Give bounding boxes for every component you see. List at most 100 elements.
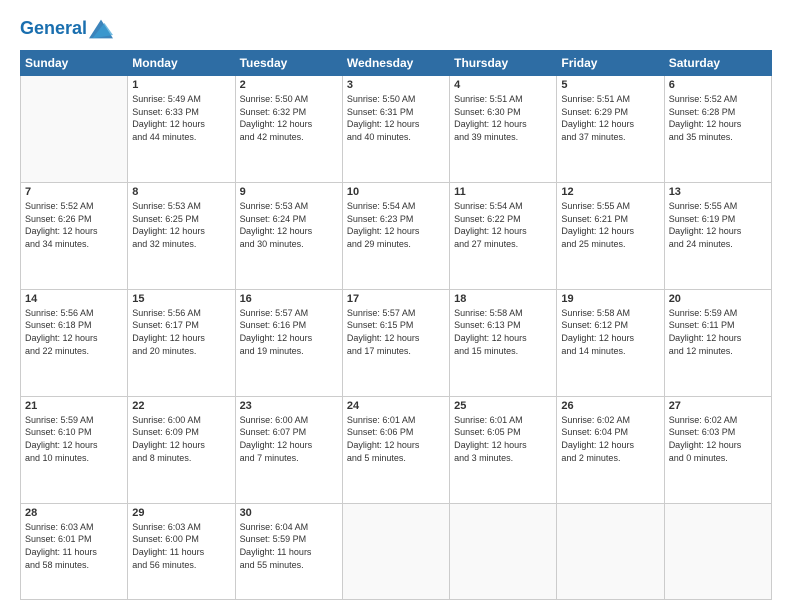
week-row-3: 14 Sunrise: 5:56 AM Sunset: 6:18 PM Dayli… — [21, 289, 772, 396]
day-number: 24 — [347, 400, 445, 412]
day-number: 25 — [454, 400, 552, 412]
day-number: 29 — [132, 507, 230, 519]
day-number: 15 — [132, 293, 230, 305]
weekday-header-tuesday: Tuesday — [235, 51, 342, 76]
weekday-header-saturday: Saturday — [664, 51, 771, 76]
week-row-2: 7Sunrise: 5:52 AM Sunset: 6:26 PM Daylig… — [21, 182, 772, 289]
calendar-cell: 19 Sunrise: 5:58 AM Sunset: 6:12 PM Dayli… — [557, 289, 664, 396]
day-info: Sunrise: 5:56 AM Sunset: 6:17 PM Dayligh… — [132, 307, 230, 357]
calendar-cell: 5 Sunrise: 5:51 AM Sunset: 6:29 PM Daylig… — [557, 76, 664, 183]
day-number: 28 — [25, 507, 123, 519]
weekday-header-thursday: Thursday — [450, 51, 557, 76]
day-number: 9 — [240, 186, 338, 198]
calendar-cell: 23Sunrise: 6:00 AM Sunset: 6:07 PM Dayli… — [235, 396, 342, 503]
day-info: Sunrise: 6:02 AM Sunset: 6:04 PM Dayligh… — [561, 414, 659, 464]
logo: General — [20, 18, 113, 40]
calendar-cell: 8 Sunrise: 5:53 AM Sunset: 6:25 PM Daylig… — [128, 182, 235, 289]
day-info: Sunrise: 5:53 AM Sunset: 6:25 PM Dayligh… — [132, 200, 230, 250]
calendar-cell: 11 Sunrise: 5:54 AM Sunset: 6:22 PM Dayli… — [450, 182, 557, 289]
day-info: Sunrise: 5:51 AM Sunset: 6:29 PM Dayligh… — [561, 93, 659, 143]
day-info: Sunrise: 5:52 AM Sunset: 6:28 PM Dayligh… — [669, 93, 767, 143]
day-info: Sunrise: 6:00 AM Sunset: 6:07 PM Dayligh… — [240, 414, 338, 464]
day-number: 1 — [132, 79, 230, 91]
calendar-cell: 29 Sunrise: 6:03 AM Sunset: 6:00 PM Dayli… — [128, 503, 235, 599]
day-number: 10 — [347, 186, 445, 198]
weekday-header-row: SundayMondayTuesdayWednesdayThursdayFrid… — [21, 51, 772, 76]
calendar-cell: 2 Sunrise: 5:50 AM Sunset: 6:32 PM Daylig… — [235, 76, 342, 183]
day-info: Sunrise: 6:03 AM Sunset: 6:00 PM Dayligh… — [132, 521, 230, 571]
calendar-cell: 25 Sunrise: 6:01 AM Sunset: 6:05 PM Dayli… — [450, 396, 557, 503]
day-info: Sunrise: 5:55 AM Sunset: 6:21 PM Dayligh… — [561, 200, 659, 250]
day-number: 27 — [669, 400, 767, 412]
day-number: 5 — [561, 79, 659, 91]
day-number: 7 — [25, 186, 123, 198]
day-info: Sunrise: 6:00 AM Sunset: 6:09 PM Dayligh… — [132, 414, 230, 464]
calendar-cell: 3Sunrise: 5:50 AM Sunset: 6:31 PM Daylig… — [342, 76, 449, 183]
day-number: 22 — [132, 400, 230, 412]
day-info: Sunrise: 6:03 AM Sunset: 6:01 PM Dayligh… — [25, 521, 123, 571]
day-number: 19 — [561, 293, 659, 305]
day-info: Sunrise: 5:56 AM Sunset: 6:18 PM Dayligh… — [25, 307, 123, 357]
weekday-header-wednesday: Wednesday — [342, 51, 449, 76]
day-info: Sunrise: 5:54 AM Sunset: 6:22 PM Dayligh… — [454, 200, 552, 250]
calendar-cell: 30Sunrise: 6:04 AM Sunset: 5:59 PM Dayli… — [235, 503, 342, 599]
day-number: 13 — [669, 186, 767, 198]
day-info: Sunrise: 5:58 AM Sunset: 6:12 PM Dayligh… — [561, 307, 659, 357]
day-number: 17 — [347, 293, 445, 305]
day-number: 3 — [347, 79, 445, 91]
calendar-cell — [21, 76, 128, 183]
week-row-1: 1 Sunrise: 5:49 AM Sunset: 6:33 PM Daylig… — [21, 76, 772, 183]
page: General SundayMondayTuesdayWednesdayThur… — [0, 0, 792, 612]
calendar-cell: 16Sunrise: 5:57 AM Sunset: 6:16 PM Dayli… — [235, 289, 342, 396]
day-info: Sunrise: 5:51 AM Sunset: 6:30 PM Dayligh… — [454, 93, 552, 143]
day-info: Sunrise: 5:58 AM Sunset: 6:13 PM Dayligh… — [454, 307, 552, 357]
logo-icon — [89, 18, 113, 40]
calendar-cell — [342, 503, 449, 599]
day-number: 14 — [25, 293, 123, 305]
day-info: Sunrise: 6:04 AM Sunset: 5:59 PM Dayligh… — [240, 521, 338, 571]
calendar-cell: 28 Sunrise: 6:03 AM Sunset: 6:01 PM Dayli… — [21, 503, 128, 599]
calendar-cell: 27Sunrise: 6:02 AM Sunset: 6:03 PM Dayli… — [664, 396, 771, 503]
calendar-cell: 1 Sunrise: 5:49 AM Sunset: 6:33 PM Daylig… — [128, 76, 235, 183]
day-number: 11 — [454, 186, 552, 198]
logo-text: General — [20, 19, 87, 39]
day-number: 12 — [561, 186, 659, 198]
day-info: Sunrise: 5:49 AM Sunset: 6:33 PM Dayligh… — [132, 93, 230, 143]
week-row-5: 28 Sunrise: 6:03 AM Sunset: 6:01 PM Dayli… — [21, 503, 772, 599]
day-number: 2 — [240, 79, 338, 91]
day-info: Sunrise: 5:53 AM Sunset: 6:24 PM Dayligh… — [240, 200, 338, 250]
weekday-header-friday: Friday — [557, 51, 664, 76]
day-info: Sunrise: 5:55 AM Sunset: 6:19 PM Dayligh… — [669, 200, 767, 250]
day-info: Sunrise: 5:50 AM Sunset: 6:32 PM Dayligh… — [240, 93, 338, 143]
calendar-cell: 17 Sunrise: 5:57 AM Sunset: 6:15 PM Dayli… — [342, 289, 449, 396]
day-info: Sunrise: 5:59 AM Sunset: 6:10 PM Dayligh… — [25, 414, 123, 464]
week-row-4: 21 Sunrise: 5:59 AM Sunset: 6:10 PM Dayli… — [21, 396, 772, 503]
calendar-cell — [557, 503, 664, 599]
day-number: 18 — [454, 293, 552, 305]
calendar-cell: 12 Sunrise: 5:55 AM Sunset: 6:21 PM Dayli… — [557, 182, 664, 289]
calendar-cell: 15 Sunrise: 5:56 AM Sunset: 6:17 PM Dayli… — [128, 289, 235, 396]
calendar-cell: 18 Sunrise: 5:58 AM Sunset: 6:13 PM Dayli… — [450, 289, 557, 396]
day-info: Sunrise: 6:01 AM Sunset: 6:06 PM Dayligh… — [347, 414, 445, 464]
day-number: 21 — [25, 400, 123, 412]
calendar-cell: 6 Sunrise: 5:52 AM Sunset: 6:28 PM Daylig… — [664, 76, 771, 183]
calendar-cell: 24 Sunrise: 6:01 AM Sunset: 6:06 PM Dayli… — [342, 396, 449, 503]
weekday-header-monday: Monday — [128, 51, 235, 76]
calendar-cell: 10 Sunrise: 5:54 AM Sunset: 6:23 PM Dayli… — [342, 182, 449, 289]
calendar-cell: 4 Sunrise: 5:51 AM Sunset: 6:30 PM Daylig… — [450, 76, 557, 183]
day-number: 16 — [240, 293, 338, 305]
calendar-cell — [664, 503, 771, 599]
calendar-cell: 7Sunrise: 5:52 AM Sunset: 6:26 PM Daylig… — [21, 182, 128, 289]
day-number: 8 — [132, 186, 230, 198]
day-info: Sunrise: 5:57 AM Sunset: 6:15 PM Dayligh… — [347, 307, 445, 357]
day-number: 26 — [561, 400, 659, 412]
day-info: Sunrise: 6:01 AM Sunset: 6:05 PM Dayligh… — [454, 414, 552, 464]
calendar-cell: 9 Sunrise: 5:53 AM Sunset: 6:24 PM Daylig… — [235, 182, 342, 289]
day-info: Sunrise: 5:54 AM Sunset: 6:23 PM Dayligh… — [347, 200, 445, 250]
day-info: Sunrise: 5:59 AM Sunset: 6:11 PM Dayligh… — [669, 307, 767, 357]
calendar-cell: 14 Sunrise: 5:56 AM Sunset: 6:18 PM Dayli… — [21, 289, 128, 396]
day-number: 20 — [669, 293, 767, 305]
day-number: 4 — [454, 79, 552, 91]
day-number: 6 — [669, 79, 767, 91]
calendar-cell: 13 Sunrise: 5:55 AM Sunset: 6:19 PM Dayli… — [664, 182, 771, 289]
